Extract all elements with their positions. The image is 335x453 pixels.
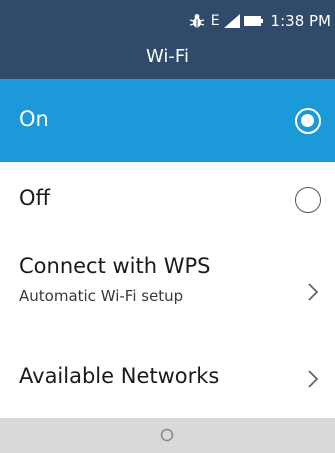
available-networks-label: Available Networks: [19, 364, 220, 388]
chevron-right-icon: [308, 370, 319, 388]
header-bar: E 1:38 PM Wi-Fi: [0, 0, 335, 79]
option-off-label: Off: [19, 186, 50, 210]
circle-select-icon[interactable]: [160, 428, 174, 442]
menu-item-connect-wps[interactable]: Connect with WPS Automatic Wi-Fi setup: [0, 238, 335, 336]
page-title: Wi-Fi: [146, 46, 189, 67]
wps-subtitle: Automatic Wi-Fi setup: [19, 287, 184, 305]
wps-label: Connect with WPS: [19, 254, 211, 278]
bug-icon: [189, 13, 205, 29]
chevron-right-icon: [308, 283, 319, 301]
clock-time: 1:38 PM: [270, 12, 331, 30]
signal-icon: [223, 14, 240, 28]
status-bar: E 1:38 PM: [189, 10, 331, 32]
option-on[interactable]: On: [0, 79, 335, 162]
network-type-label: E: [210, 13, 220, 29]
option-off[interactable]: Off: [0, 162, 335, 238]
option-on-label: On: [19, 107, 49, 131]
menu-item-available-networks[interactable]: Available Networks: [0, 336, 335, 418]
radio-selected-icon[interactable]: [295, 108, 321, 134]
softkey-bar: [0, 418, 335, 453]
wifi-settings-screen: E 1:38 PM Wi-Fi On Off Connect with WPS …: [0, 0, 335, 453]
radio-unselected-icon[interactable]: [295, 187, 321, 213]
battery-icon: [243, 15, 264, 27]
